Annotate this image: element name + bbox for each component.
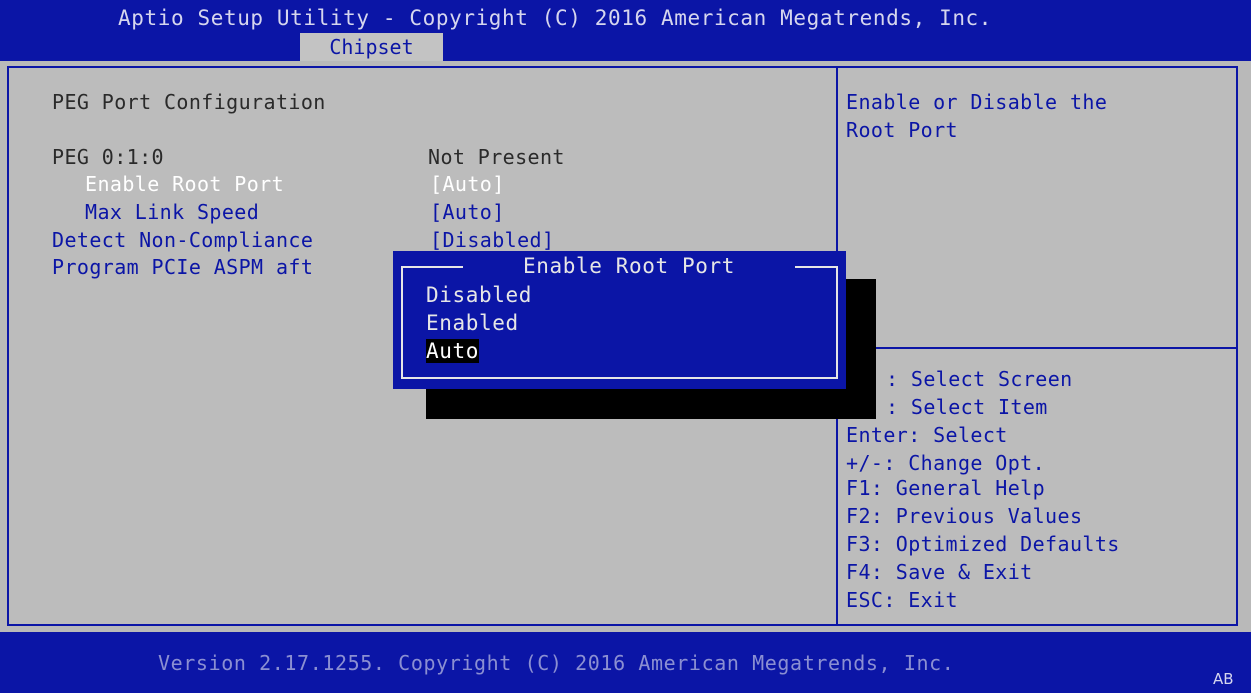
setting-value-enable-root-port[interactable]: [Auto]	[430, 172, 505, 196]
section-title: PEG Port Configuration	[52, 90, 326, 114]
version-text: Version 2.17.1255. Copyright (C) 2016 Am…	[158, 651, 955, 675]
tab-chipset[interactable]: Chipset	[300, 33, 443, 61]
key-hint-esc: ESC: Exit	[846, 588, 958, 612]
key-hint-f3: F3: Optimized Defaults	[846, 532, 1120, 556]
header-bar: Aptio Setup Utility - Copyright (C) 2016…	[0, 0, 1251, 61]
enable-root-port-popup: Enable Root Port Disabled Enabled Auto	[393, 251, 846, 389]
app-title: Aptio Setup Utility - Copyright (C) 2016…	[118, 6, 993, 30]
setting-value-detect-non-compliance[interactable]: [Disabled]	[430, 228, 554, 252]
setting-label-max-link-speed[interactable]: Max Link Speed	[85, 200, 259, 224]
ab-badge: AB	[1213, 670, 1234, 688]
setting-label-peg-port: PEG 0:1:0	[52, 145, 164, 169]
popup-option-disabled[interactable]: Disabled	[426, 283, 532, 307]
key-hint-select-item: : Select Item	[886, 395, 1048, 419]
popup-option-enabled[interactable]: Enabled	[426, 311, 519, 335]
key-hint-enter: Enter: Select	[846, 423, 1008, 447]
setting-value-peg-port: Not Present	[428, 145, 565, 169]
popup-title: Enable Root Port	[463, 254, 795, 278]
popup-option-auto[interactable]: Auto	[426, 339, 479, 363]
key-hint-f2: F2: Previous Values	[846, 504, 1083, 528]
help-divider-horizontal	[838, 347, 1238, 349]
setting-label-enable-root-port[interactable]: Enable Root Port	[85, 172, 284, 196]
setting-label-program-pcie-aspm[interactable]: Program PCIe ASPM aft	[52, 255, 313, 279]
setting-label-detect-non-compliance[interactable]: Detect Non-Compliance	[52, 228, 313, 252]
key-hint-select-screen: : Select Screen	[886, 367, 1073, 391]
key-hint-change-opt: +/-: Change Opt.	[846, 451, 1046, 475]
key-hint-f4: F4: Save & Exit	[846, 560, 1033, 584]
key-hint-f1: F1: General Help	[846, 476, 1046, 500]
help-description-line-2: Root Port	[846, 118, 958, 142]
setting-value-max-link-speed[interactable]: [Auto]	[430, 200, 505, 224]
help-description-line-1: Enable or Disable the	[846, 90, 1108, 114]
footer-bar: Version 2.17.1255. Copyright (C) 2016 Am…	[0, 632, 1251, 693]
